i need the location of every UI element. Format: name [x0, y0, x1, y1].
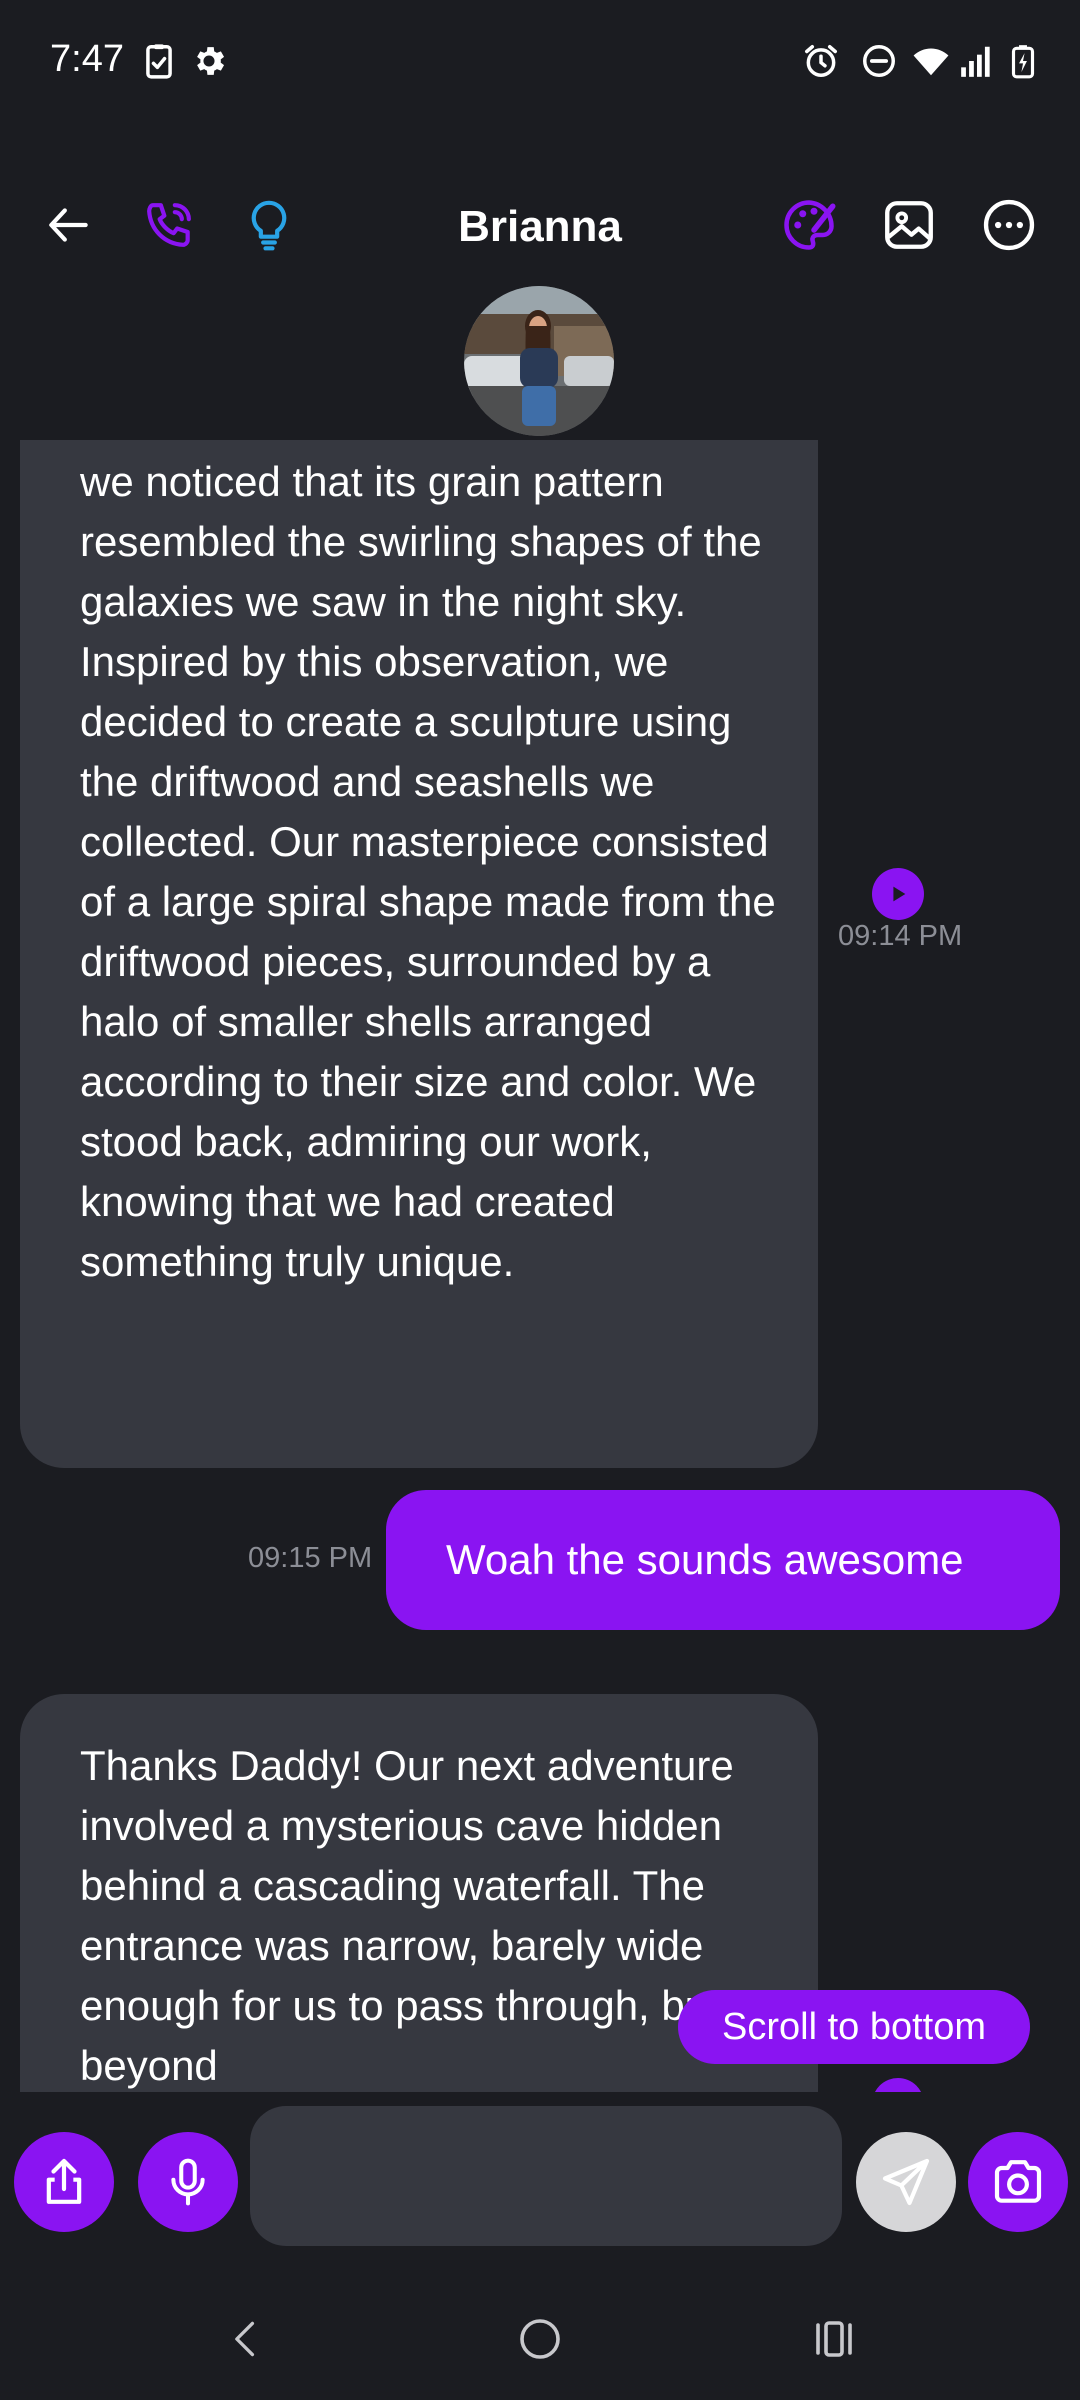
message-timestamp: 09:14 PM: [838, 920, 963, 952]
camera-icon: [994, 2160, 1042, 2203]
back-arrow-icon: [49, 208, 88, 242]
message-input[interactable]: [250, 2106, 842, 2246]
clipboard-check-icon: [146, 44, 172, 79]
wifi-icon: [913, 48, 949, 76]
contact-avatar[interactable]: [464, 286, 614, 436]
send-icon: [882, 2158, 930, 2206]
gallery-button[interactable]: [876, 192, 942, 258]
play-icon: [893, 886, 906, 902]
signal-icon: [961, 46, 990, 77]
lightbulb-icon: [251, 200, 287, 251]
more-icon: [983, 199, 1035, 251]
incoming-message[interactable]: we noticed that its grain pattern resemb…: [20, 440, 818, 1468]
contact-name[interactable]: Brianna: [340, 202, 740, 252]
camera-button[interactable]: [968, 2132, 1068, 2232]
nav-home-button[interactable]: [500, 2306, 580, 2372]
play-audio-button[interactable]: [872, 868, 924, 920]
message-list[interactable]: we noticed that its grain pattern resemb…: [0, 440, 1080, 2092]
home-icon: [520, 2319, 560, 2359]
microphone-icon: [171, 2158, 205, 2206]
message-text: we noticed that its grain pattern resemb…: [80, 458, 776, 1285]
do-not-disturb-icon: [863, 45, 895, 77]
chat-header: Brianna: [0, 180, 1080, 270]
scroll-to-bottom-button[interactable]: Scroll to bottom: [678, 1990, 1030, 2064]
voice-record-button[interactable]: [138, 2132, 238, 2232]
gear-icon: [197, 47, 225, 75]
nav-back-button[interactable]: [206, 2306, 286, 2372]
back-icon: [235, 2321, 255, 2357]
theme-button[interactable]: [776, 192, 842, 258]
phone-icon: [147, 203, 191, 247]
play-audio-button[interactable]: [872, 2078, 924, 2092]
alarm-icon: [805, 45, 837, 77]
suggestions-button[interactable]: [236, 192, 302, 258]
message-text: Woah the sounds awesome: [446, 1536, 964, 1583]
chat-screen: 7:47 Brianna we noticed that its grain p…: [0, 0, 1080, 2400]
message-text: Thanks Daddy! Our next adventure involve…: [80, 1742, 734, 2089]
battery-charging-icon: [1011, 45, 1035, 79]
status-bar: 7:47: [0, 0, 1080, 124]
nav-recents-button[interactable]: [794, 2306, 874, 2372]
call-button[interactable]: [136, 192, 202, 258]
recents-icon: [816, 2321, 852, 2357]
image-icon: [885, 201, 933, 249]
status-time: 7:47: [50, 38, 124, 80]
share-icon: [46, 2158, 82, 2204]
more-options-button[interactable]: [976, 192, 1042, 258]
back-button[interactable]: [36, 192, 102, 258]
share-button[interactable]: [14, 2132, 114, 2232]
outgoing-message[interactable]: Woah the sounds awesome: [386, 1490, 1060, 1630]
palette-icon: [784, 200, 836, 250]
message-timestamp: 09:15 PM: [248, 1542, 373, 1574]
avatar-image: [464, 286, 614, 436]
send-button[interactable]: [856, 2132, 956, 2232]
